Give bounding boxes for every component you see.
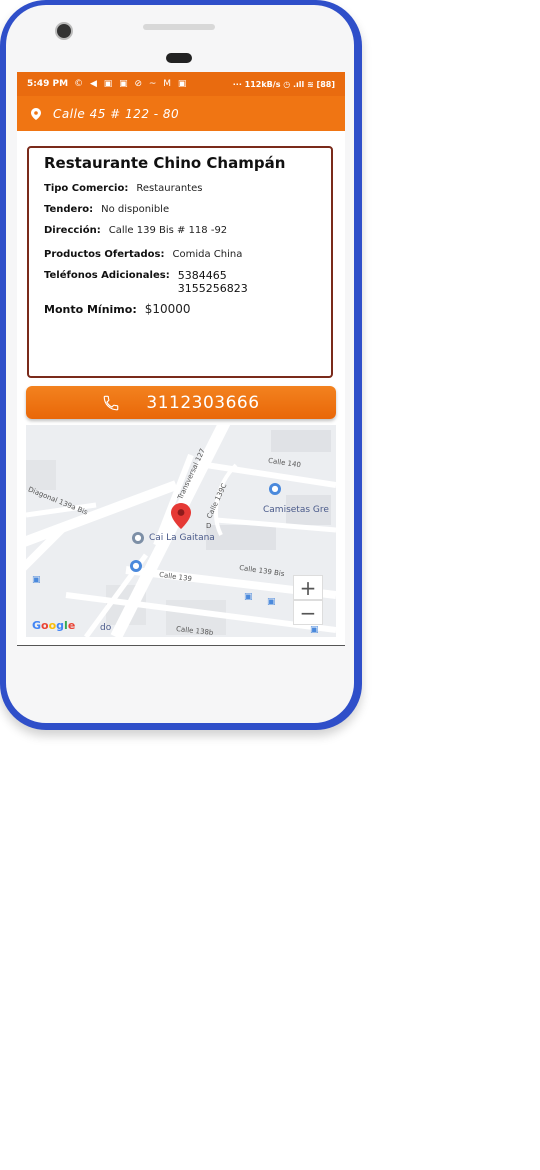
label-bottom-do: do	[100, 623, 112, 633]
telefono-2[interactable]: 3155256823	[178, 282, 248, 295]
tendero-label: Tendero:	[44, 204, 94, 215]
screen: 5:49 PM © ◀ ▣ ▣ ⊘ ~ M ▣ ··· 112kB/s ◷ .ı…	[17, 72, 345, 646]
google-logo: Google	[32, 619, 76, 632]
telefonos-label: Teléfonos Adicionales:	[44, 270, 170, 281]
productos-label: Productos Ofertados:	[44, 249, 165, 260]
telefonos-list: 5384465 3155256823	[178, 269, 248, 295]
proximity-sensor	[166, 53, 192, 63]
store-card: Restaurante Chino Champán Tipo Comercio:…	[27, 146, 333, 378]
call-number: 3112303666	[146, 392, 260, 413]
direccion-value: Calle 139 Bis # 118 -92	[108, 225, 228, 236]
tendero-row: Tendero: No disponible	[44, 203, 316, 216]
tipo-label: Tipo Comercio:	[44, 183, 129, 194]
small-store-icon: ▣	[32, 575, 41, 585]
monto-value: $10000	[144, 302, 191, 316]
productos-value: Comida China	[172, 249, 243, 260]
notification-icons: © ◀ ▣ ▣ ⊘ ~ M ▣	[74, 79, 189, 89]
monto-row: Monto Mínimo: $10000	[44, 302, 316, 317]
map-streets	[26, 425, 336, 637]
small-store-icon: ▣	[310, 625, 319, 635]
store-name: Restaurante Chino Champán	[44, 154, 286, 172]
app-bar: Calle 45 # 122 - 80	[17, 96, 345, 131]
status-bar: 5:49 PM © ◀ ▣ ▣ ⊘ ~ M ▣ ··· 112kB/s ◷ .ı…	[17, 72, 345, 96]
small-store-icon: ▣	[267, 597, 276, 607]
front-camera	[55, 22, 73, 40]
network-speed: ··· 112kB/s ◷ .ıll ≋ [88]	[232, 79, 335, 89]
label-d: D	[206, 522, 212, 530]
map-view[interactable]: Calle 140 Transversal 127 Calle 139C Dia…	[26, 425, 336, 637]
cart-icon[interactable]: ●	[130, 560, 142, 572]
zoom-in-button[interactable]: +	[293, 575, 323, 600]
earpiece-speaker	[143, 24, 215, 30]
telefono-1[interactable]: 5384465	[178, 269, 248, 282]
tipo-value: Restaurantes	[136, 183, 203, 194]
productos-row: Productos Ofertados: Comida China	[44, 248, 316, 261]
poi-cai-la-gaitana[interactable]: Cai La Gaitana	[149, 533, 215, 543]
telefonos-row: Teléfonos Adicionales: 5384465 315525682…	[44, 269, 316, 295]
power-button	[354, 176, 360, 220]
small-store-icon: ▣	[244, 592, 253, 602]
monto-label: Monto Mínimo:	[44, 303, 137, 316]
location-marker-icon[interactable]	[171, 503, 191, 529]
location-pin-icon	[31, 107, 41, 120]
volume-button	[354, 276, 360, 372]
current-address[interactable]: Calle 45 # 122 - 80	[53, 107, 179, 121]
police-icon[interactable]: ●	[132, 532, 144, 544]
screen-divider	[17, 645, 345, 646]
zoom-out-button[interactable]: −	[293, 600, 323, 625]
direccion-row: Dirección: Calle 139 Bis # 118 -92	[44, 224, 316, 237]
poi-camisetas[interactable]: Camisetas Gre	[263, 505, 329, 515]
tipo-row: Tipo Comercio: Restaurantes	[44, 182, 316, 195]
phone-icon	[104, 395, 119, 410]
direccion-label: Dirección:	[44, 225, 101, 236]
status-time: 5:49 PM	[27, 79, 69, 89]
shopping-bag-icon[interactable]: ●	[269, 483, 281, 495]
call-button[interactable]: 3112303666	[26, 386, 336, 419]
tendero-value: No disponible	[101, 204, 170, 215]
